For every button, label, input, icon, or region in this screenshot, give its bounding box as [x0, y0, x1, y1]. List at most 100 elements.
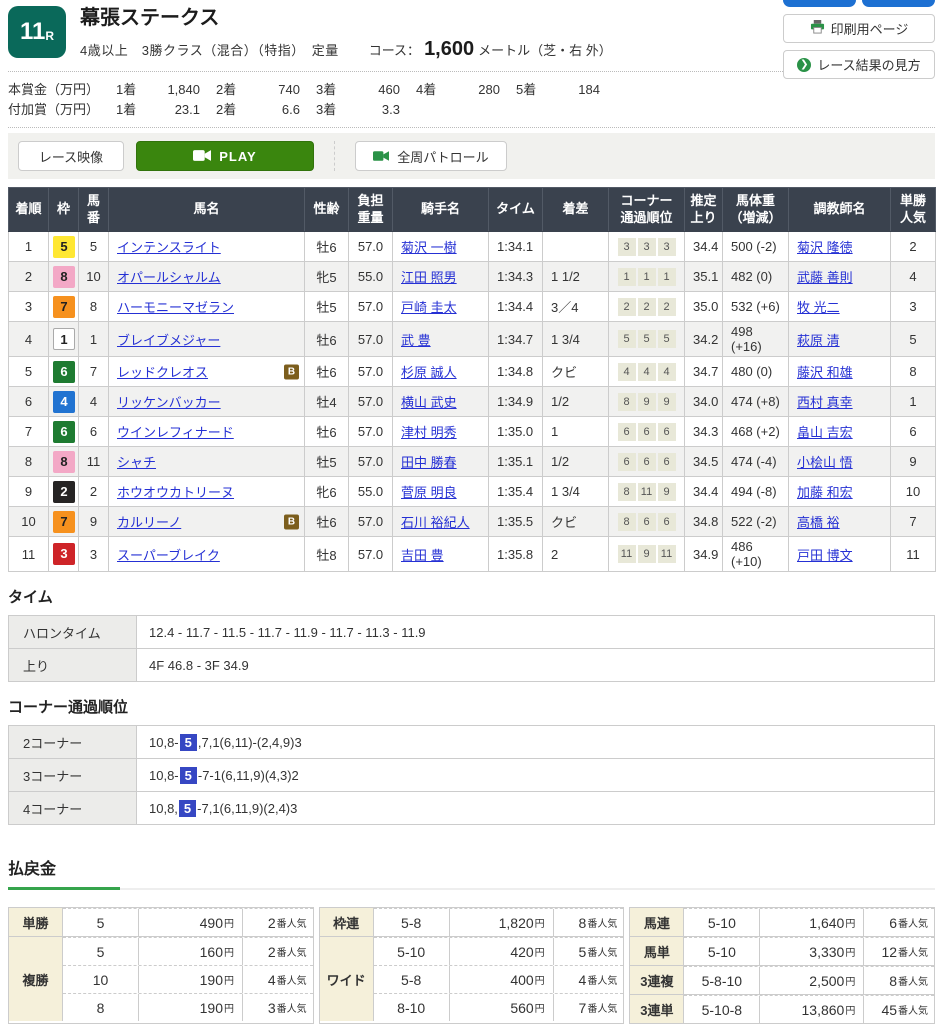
payout-section-title: 払戻金: [8, 861, 56, 878]
jockey-link[interactable]: 横山 武史: [401, 395, 457, 410]
column-header: 着順: [9, 188, 49, 232]
horse-name-link[interactable]: ブレイブメジャー: [117, 333, 220, 348]
jockey-link[interactable]: 石川 裕紀人: [401, 515, 470, 530]
play-button[interactable]: PLAY: [136, 141, 314, 171]
cutoff-button-right[interactable]: [862, 0, 935, 7]
jockey-link[interactable]: 武 豊: [401, 333, 431, 348]
payout-section-header: 払戻金: [8, 855, 935, 890]
result-row: 8 8 11 シャチ 牡5 57.0 田中 勝春 1:35.1 1/2 666 …: [9, 447, 936, 477]
margin-cell: 1 3/4: [543, 477, 609, 507]
payout-combination: 5-10-8: [684, 996, 760, 1023]
time-cell: 1:35.1: [489, 447, 543, 477]
carried-weight: 57.0: [349, 292, 393, 322]
trainer-link[interactable]: 加藤 和宏: [797, 485, 853, 500]
frame-badge: 5: [53, 236, 75, 258]
sex-age: 牡6: [305, 507, 349, 537]
horse-name-link[interactable]: シャチ: [117, 455, 156, 470]
prize-rank: 2着: [216, 99, 248, 118]
trainer-cell: 牧 光二: [789, 292, 891, 322]
printer-icon: [810, 20, 825, 37]
jockey-link[interactable]: 菅原 明良: [401, 485, 457, 500]
race-video-button[interactable]: レース映像: [18, 141, 124, 171]
corner-passing-cell: 555: [609, 322, 685, 357]
trainer-link[interactable]: 小桧山 悟: [797, 455, 853, 470]
jockey-link[interactable]: 戸崎 圭太: [401, 300, 457, 315]
finish-position: 7: [9, 417, 49, 447]
jockey-link[interactable]: 津村 明秀: [401, 425, 457, 440]
time-cell: 1:34.1: [489, 232, 543, 262]
time-cell: 1:34.8: [489, 357, 543, 387]
finish-position: 11: [9, 537, 49, 572]
horse-name-link[interactable]: インテンスライト: [117, 240, 221, 255]
race-video-bar: レース映像 PLAY 全周パトロール: [8, 133, 935, 179]
horse-name-link[interactable]: スーパーブレイク: [117, 548, 220, 563]
patrol-button[interactable]: 全周パトロール: [355, 141, 507, 171]
results-guide-button[interactable]: ❯ レース結果の見方: [783, 50, 935, 79]
trainer-link[interactable]: 藤沢 和雄: [797, 365, 853, 380]
jockey-cell: 杉原 誠人: [393, 357, 489, 387]
corner-order: 2: [618, 298, 636, 316]
trainer-link[interactable]: 戸田 博文: [797, 548, 853, 563]
horse-name-cell: リッケンバッカー: [109, 387, 305, 417]
trainer-link[interactable]: 萩原 清: [797, 333, 840, 348]
horse-name-link[interactable]: リッケンバッカー: [117, 395, 221, 410]
jockey-link[interactable]: 菊沢 一樹: [401, 240, 457, 255]
camera-icon: [193, 149, 211, 164]
trainer-link[interactable]: 武藤 善則: [797, 270, 853, 285]
payout-combination: 5-8: [374, 909, 450, 936]
cutoff-button-left[interactable]: [783, 0, 856, 7]
race-video-label: レース映像: [39, 147, 103, 166]
trainer-link[interactable]: 西村 真幸: [797, 395, 853, 410]
main-prize-row: 本賞金（万円） 1着1,8402着7403着4604着2805着184: [8, 79, 935, 99]
carried-weight: 57.0: [349, 357, 393, 387]
blinkers-badge: B: [284, 364, 299, 379]
trainer-link[interactable]: 牧 光二: [797, 300, 840, 315]
corner-row-label: 4コーナー: [9, 792, 137, 825]
frame-cell: 2: [49, 477, 79, 507]
corner-row-value: 10,8,5-7,1(6,11,9)(2,4)3: [137, 792, 935, 825]
horse-name-link[interactable]: カルリーノ: [117, 515, 181, 530]
payout-popularity: 4番人気: [554, 972, 624, 988]
horse-name-cell: ウインレフィナード: [109, 417, 305, 447]
prize-rank: 2着: [216, 79, 248, 98]
last-3f-cell: 34.0: [685, 387, 723, 417]
trainer-link[interactable]: 高橋 裕: [797, 515, 840, 530]
jockey-link[interactable]: 田中 勝春: [401, 455, 457, 470]
corner-order: 3: [658, 238, 676, 256]
time-row: ハロンタイム 12.4 - 11.7 - 11.5 - 11.7 - 11.9 …: [9, 616, 935, 649]
result-row: 7 6 6 ウインレフィナード 牡6 57.0 津村 明秀 1:35.0 1 6…: [9, 417, 936, 447]
prize-value: 184: [548, 82, 600, 97]
corner-passing-cell: 333: [609, 232, 685, 262]
time-section-title: タイム: [8, 586, 935, 607]
time-cell: 1:34.3: [489, 262, 543, 292]
print-page-button[interactable]: 印刷用ページ: [783, 14, 935, 43]
horse-name-link[interactable]: ハーモニーマゼラン: [117, 300, 234, 315]
carried-weight: 55.0: [349, 262, 393, 292]
trainer-cell: 畠山 吉宏: [789, 417, 891, 447]
horse-name-link[interactable]: ホウオウカトリーヌ: [117, 485, 234, 500]
win-popularity: 9: [891, 447, 936, 477]
horse-name-link[interactable]: ウインレフィナード: [117, 425, 234, 440]
payout-amount: 490円: [139, 909, 243, 936]
trainer-link[interactable]: 畠山 吉宏: [797, 425, 853, 440]
jockey-link[interactable]: 吉田 豊: [401, 548, 444, 563]
horse-name-link[interactable]: オパールシャルム: [117, 270, 221, 285]
trainer-link[interactable]: 菊沢 隆徳: [797, 240, 853, 255]
win-popularity: 10: [891, 477, 936, 507]
payout-amount: 13,860円: [760, 996, 864, 1023]
course-label: コース：: [369, 40, 420, 59]
corner-order: 2: [638, 298, 656, 316]
column-header: 単勝人気: [891, 188, 936, 232]
results-guide-label: レース結果の見方: [817, 55, 920, 74]
horse-name-link[interactable]: レッドクレオス: [117, 365, 208, 380]
jockey-link[interactable]: 杉原 誠人: [401, 365, 457, 380]
horse-weight-cell: 474 (+8): [723, 387, 789, 417]
corner-passing-cell: 11911: [609, 537, 685, 572]
time-row-value: 4F 46.8 - 3F 34.9: [137, 649, 935, 682]
jockey-cell: 菊沢 一樹: [393, 232, 489, 262]
payout-type-label: 枠連: [320, 908, 374, 936]
jockey-cell: 石川 裕紀人: [393, 507, 489, 537]
jockey-link[interactable]: 江田 照男: [401, 270, 457, 285]
payout-block-umatan: 馬単 5-103,330円12番人気: [630, 936, 934, 965]
results-header: 着順枠馬番馬名性齢負担重量騎手名タイム着差コーナー通過順位推定上り馬体重（増減）…: [9, 188, 936, 232]
